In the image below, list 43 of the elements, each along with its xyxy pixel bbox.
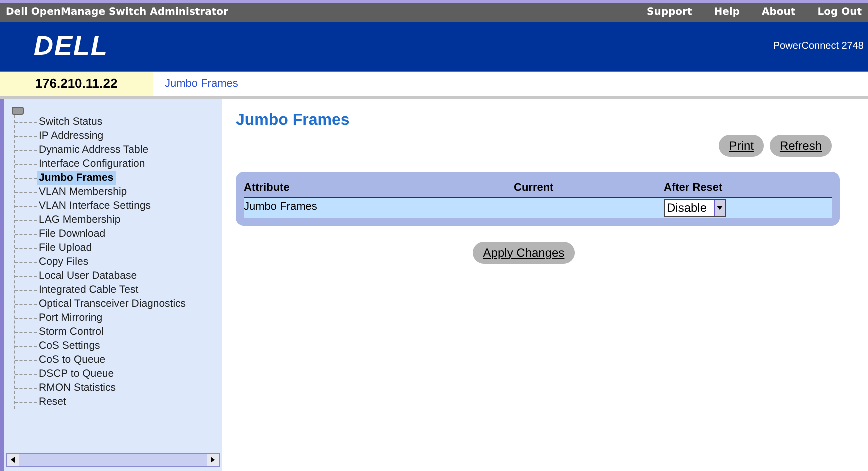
- toolbar-button[interactable]: Refresh: [770, 135, 832, 157]
- breadcrumb-link[interactable]: Jumbo Frames: [153, 72, 250, 96]
- nav-item[interactable]: Interface Configuration: [37, 157, 148, 171]
- page-heading: Jumbo Frames: [236, 111, 351, 131]
- nav-item[interactable]: VLAN Membership: [37, 185, 130, 199]
- nav-item[interactable]: CoS to Queue: [37, 353, 108, 367]
- nav-item[interactable]: Jumbo Frames: [37, 171, 116, 185]
- nav-item[interactable]: Port Mirroring: [37, 311, 105, 325]
- toolbar-button[interactable]: Print: [719, 135, 764, 157]
- model-name: PowerConnect 2748: [773, 40, 864, 54]
- logo: DELL: [34, 30, 110, 64]
- column-header: After Reset: [664, 181, 724, 196]
- nav-item[interactable]: File Upload: [37, 241, 94, 255]
- nav-item[interactable]: CoS Settings: [37, 339, 102, 353]
- nav-item[interactable]: Storm Control: [37, 325, 106, 339]
- nav-item[interactable]: DSCP to Queue: [37, 367, 116, 381]
- scroll-right-icon[interactable]: [207, 454, 219, 466]
- top-link[interactable]: Log Out: [818, 5, 862, 20]
- window-title: Dell OpenManage Switch Administrator: [6, 6, 230, 20]
- nav-item[interactable]: File Download: [37, 227, 108, 241]
- nav-item[interactable]: RMON Statistics: [37, 381, 118, 395]
- top-link[interactable]: About: [762, 5, 796, 20]
- nav-item[interactable]: LAG Membership: [37, 213, 123, 227]
- nav-item[interactable]: IP Addressing: [37, 129, 106, 143]
- nav-item[interactable]: Dynamic Address Table: [37, 143, 151, 157]
- nav-item[interactable]: Optical Transceiver Diagnostics: [37, 297, 188, 311]
- column-header: Current: [514, 181, 555, 196]
- dropdown-icon[interactable]: [714, 200, 725, 216]
- nav-item[interactable]: VLAN Interface Settings: [37, 199, 154, 213]
- column-header: Attribute: [244, 181, 291, 196]
- ip-address: 176.210.11.22: [0, 72, 153, 96]
- scroll-left-icon[interactable]: [7, 454, 19, 466]
- apply-button[interactable]: Apply Changes: [473, 242, 575, 264]
- table-cell-text: Jumbo Frames: [244, 200, 318, 216]
- top-link[interactable]: Support: [647, 5, 692, 20]
- horizontal-scrollbar[interactable]: [6, 453, 220, 467]
- nav-item[interactable]: Reset: [37, 395, 68, 409]
- nav-item[interactable]: Integrated Cable Test: [37, 283, 141, 297]
- nav-item[interactable]: Copy Files: [37, 255, 91, 269]
- nav-item[interactable]: Switch Status: [37, 115, 105, 129]
- select-field[interactable]: Disable: [664, 198, 726, 216]
- top-link[interactable]: Help: [714, 5, 740, 20]
- nav-item[interactable]: Local User Database: [37, 269, 140, 283]
